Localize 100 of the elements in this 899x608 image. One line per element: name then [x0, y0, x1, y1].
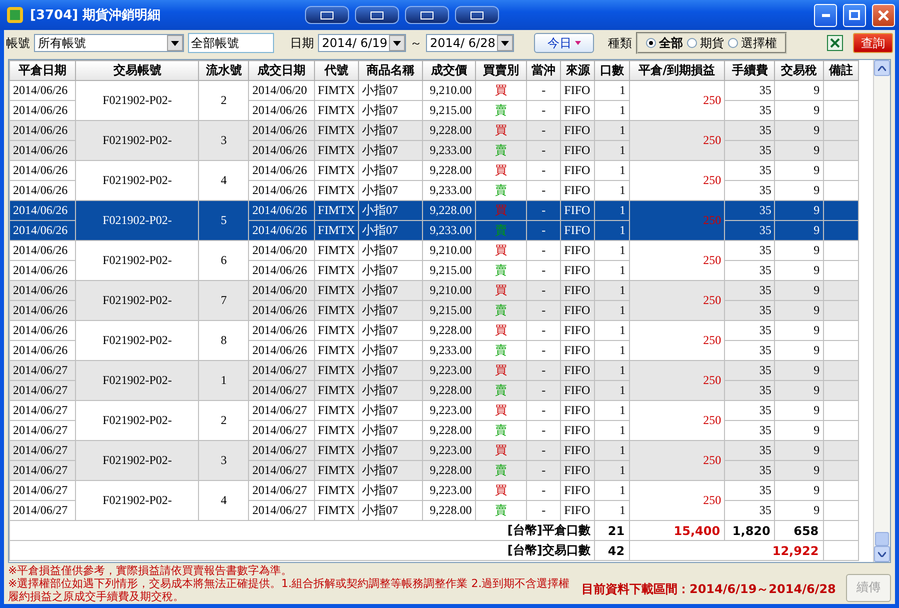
table-cell: - [526, 280, 561, 300]
column-header[interactable]: 流水號 [198, 60, 249, 80]
table-cell: 買 [475, 160, 526, 180]
table-cell: 2014/06/26 [248, 200, 314, 220]
type-radio[interactable]: 全部 [646, 34, 683, 52]
toolbar-button[interactable] [455, 6, 500, 24]
table-cell: FIFO [560, 340, 595, 360]
type-radio[interactable]: 選擇權 [728, 34, 777, 52]
table-cell: - [526, 160, 561, 180]
footer-note: ※選擇權部位如遇下列情形，交易成本將無法正確提供。1.組合拆解或契約調整等帳務調整作業 2.過到期不含選擇權履約損益之原成交手續費及期交稅。 [8, 577, 571, 603]
table-cell [823, 400, 858, 420]
table-cell: - [526, 240, 561, 260]
table-cell: F021902-P02- [76, 80, 199, 120]
table-cell: 250 [629, 280, 725, 320]
table-cell: [台幣]交易口數 [10, 540, 595, 560]
table-cell: FIFO [560, 80, 595, 100]
close-button[interactable] [872, 4, 895, 26]
table-cell: FIFO [560, 360, 595, 380]
table-cell: 2014/06/27 [248, 360, 314, 380]
scroll-up-icon [878, 66, 886, 70]
table-cell: 9 [774, 420, 824, 440]
table-cell: F021902-P02- [76, 160, 199, 200]
close-icon [878, 10, 889, 20]
table-cell: 賣 [475, 420, 526, 440]
table-cell: FIMTX [314, 460, 359, 480]
table-cell: 小指07 [358, 280, 423, 300]
column-header[interactable]: 來源 [560, 60, 595, 80]
date-to-select[interactable]: 2014/ 6/28 [426, 34, 514, 52]
table-cell: 9 [774, 360, 824, 380]
column-header[interactable]: 備註 [823, 60, 858, 80]
table-cell: 2014/06/26 [10, 340, 76, 360]
column-header[interactable]: 平倉日期 [10, 60, 76, 80]
column-header[interactable]: 成交價 [422, 60, 476, 80]
column-header[interactable]: 代號 [314, 60, 359, 80]
table-cell: FIFO [560, 280, 595, 300]
toolbar-button[interactable] [355, 6, 400, 24]
spreadsheet-icon[interactable] [827, 35, 843, 51]
table-cell [823, 260, 858, 280]
table-cell [823, 120, 858, 140]
table-cell: 1 [594, 400, 630, 420]
toolbar-button[interactable] [305, 6, 350, 24]
minimize-icon [822, 14, 830, 16]
column-header[interactable]: 商品名稱 [358, 60, 423, 80]
table-cell: 9,210.00 [422, 80, 476, 100]
toolbar-button[interactable] [405, 6, 450, 24]
column-header[interactable]: 手續費 [724, 60, 775, 80]
table-cell: FIFO [560, 140, 595, 160]
column-header[interactable]: 成交日期 [248, 60, 314, 80]
column-header[interactable]: 平倉/到期損益 [629, 60, 725, 80]
table-cell: FIFO [560, 500, 595, 520]
account-field[interactable]: 全部帳號 [188, 33, 274, 53]
table-cell: F021902-P02- [76, 280, 199, 320]
column-header[interactable]: 當沖 [526, 60, 561, 80]
table-cell: 2014/06/26 [248, 140, 314, 160]
table-cell: 1,820 [724, 520, 775, 540]
table-cell: FIMTX [314, 500, 359, 520]
table-cell: FIFO [560, 240, 595, 260]
table-cell: 35 [724, 180, 775, 200]
table-cell: 9 [774, 500, 824, 520]
table-cell [823, 420, 858, 440]
scroll-thumb[interactable] [875, 532, 889, 546]
type-label: 種類 [608, 34, 632, 52]
account-select[interactable]: 所有帳號 [34, 34, 184, 52]
table-cell: 小指07 [358, 160, 423, 180]
maximize-button[interactable] [843, 4, 866, 26]
scrollbar[interactable] [873, 60, 890, 562]
table-cell: 2014/06/26 [248, 300, 314, 320]
table-cell: 9 [774, 80, 824, 100]
table-cell: 買 [475, 240, 526, 260]
table-cell: 1 [594, 340, 630, 360]
table-cell: - [526, 300, 561, 320]
table-cell: 9,228.00 [422, 200, 476, 220]
table-cell: 9 [774, 300, 824, 320]
column-header[interactable]: 交易稅 [774, 60, 824, 80]
table-cell: - [526, 380, 561, 400]
table-cell: 小指07 [358, 460, 423, 480]
table-cell: 1 [594, 180, 630, 200]
table-cell: 35 [724, 440, 775, 460]
table-cell [823, 320, 858, 340]
column-header[interactable]: 口數 [594, 60, 630, 80]
query-button[interactable]: 查詢 [853, 33, 893, 53]
table-cell: 9,228.00 [422, 420, 476, 440]
minimize-button[interactable] [814, 4, 837, 26]
table-cell: 1 [594, 120, 630, 140]
table-cell: 250 [629, 480, 725, 520]
table-cell: 買 [475, 120, 526, 140]
table-cell: 小指07 [358, 120, 423, 140]
table-cell: 2014/06/27 [248, 480, 314, 500]
table-cell: 9 [774, 260, 824, 280]
column-header[interactable]: 買賣別 [475, 60, 526, 80]
today-button[interactable]: 今日 [534, 33, 594, 53]
table-cell [823, 180, 858, 200]
table-cell: 2014/06/26 [10, 140, 76, 160]
date-from-select[interactable]: 2014/ 6/19 [318, 34, 406, 52]
table-cell [823, 240, 858, 260]
column-header[interactable]: 交易帳號 [76, 60, 199, 80]
type-radio[interactable]: 期貨 [687, 34, 724, 52]
table-cell: FIFO [560, 120, 595, 140]
table-cell: 2014/06/26 [10, 280, 76, 300]
table-cell: 35 [724, 360, 775, 380]
